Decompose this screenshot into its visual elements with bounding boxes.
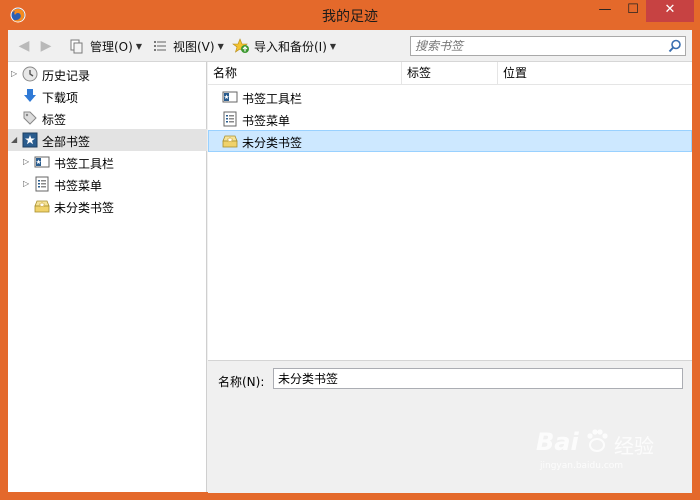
column-header-row: 名称 标签 位置 — [208, 62, 692, 85]
sidebar-item-label: 全部书签 — [42, 135, 91, 149]
sidebar-item-tags[interactable]: 标签 — [8, 107, 207, 129]
star-folder-icon — [22, 132, 38, 148]
library-client-area: ◀ ▶ 管理(O) ▼ 视图(V) ▼ 导入和备份(I) ▼ 搜索书签 ▷ 历史… — [8, 30, 692, 493]
expand-arrow-icon[interactable]: ▷ — [23, 179, 33, 189]
name-field[interactable] — [273, 368, 683, 389]
chevron-down-icon: ▼ — [217, 41, 224, 51]
toolbar: ◀ ▶ 管理(O) ▼ 视图(V) ▼ 导入和备份(I) ▼ 搜索书签 — [8, 30, 692, 62]
menu-folder-icon — [35, 176, 49, 192]
list-item-label: 书签菜单 — [242, 114, 291, 128]
view-menu-button[interactable]: 视图(V) ▼ — [152, 37, 224, 55]
search-box[interactable] — [410, 36, 686, 56]
search-input[interactable] — [413, 38, 665, 54]
column-header-location[interactable]: 位置 — [498, 62, 692, 84]
watermark-url: jingyan.baidu.com — [540, 461, 624, 471]
watermark-brand: Bai — [536, 428, 579, 456]
expand-arrow-icon[interactable]: ▷ — [11, 69, 21, 79]
sidebar-item-all-bookmarks[interactable]: ◢ 全部书签 — [8, 129, 207, 151]
back-button[interactable]: ◀ — [16, 38, 32, 54]
sidebar-item-label: 标签 — [42, 113, 67, 127]
title-bar: 我的足迹 — ☐ ✕ — [0, 0, 700, 30]
maximize-button[interactable]: ☐ — [620, 0, 646, 22]
clock-icon — [22, 66, 38, 82]
import-star-icon — [232, 38, 249, 53]
name-field-label: 名称(N): — [218, 375, 265, 389]
sidebar-item-label: 未分类书签 — [54, 201, 115, 215]
collapse-arrow-icon[interactable]: ◢ — [11, 135, 21, 145]
column-header-name[interactable]: 名称 — [208, 62, 402, 84]
paw-logo-icon — [587, 429, 608, 452]
toolbar-folder-icon — [34, 156, 50, 168]
tag-icon — [23, 111, 37, 125]
list-item[interactable]: 书签菜单 — [208, 108, 692, 130]
baidu-jingyan-watermark: Bai 经验 jingyan.baidu.com — [528, 424, 678, 474]
minimize-button[interactable]: — — [592, 0, 618, 22]
sidebar-item-label: 下载项 — [42, 91, 79, 105]
chevron-down-icon: ▼ — [329, 41, 337, 51]
watermark-brand-suffix: 经验 — [614, 434, 654, 458]
sidebar-item-bookmarks-menu[interactable]: ▷ 书签菜单 — [8, 173, 207, 195]
import-backup-label: 导入和备份(I) — [254, 39, 327, 54]
sidebar-tree: ▷ 历史记录 下载项 标签 ◢ 全部书签 ▷ 书签工具栏 ▷ 书签菜单 未分类书… — [8, 62, 207, 492]
list-item[interactable]: 未分类书签 — [208, 130, 692, 152]
chevron-down-icon: ▼ — [135, 41, 142, 51]
menu-folder-icon — [223, 111, 237, 127]
close-button[interactable]: ✕ — [646, 0, 694, 22]
view-list-icon — [154, 41, 166, 51]
list-item-label: 书签工具栏 — [242, 92, 303, 106]
import-backup-menu-button[interactable]: 导入和备份(I) ▼ — [232, 37, 336, 55]
list-item-label: 未分类书签 — [242, 136, 303, 150]
sidebar-item-label: 书签菜单 — [54, 179, 103, 193]
sidebar-item-unsorted-bookmarks[interactable]: 未分类书签 — [8, 195, 207, 217]
sidebar-item-label: 历史记录 — [42, 69, 91, 83]
list-item[interactable]: 书签工具栏 — [208, 86, 692, 108]
unsorted-folder-icon — [222, 135, 238, 148]
toolbar-folder-icon — [222, 91, 238, 103]
search-icon[interactable] — [668, 39, 682, 53]
manage-label: 管理(O) — [90, 39, 133, 54]
download-arrow-icon — [24, 89, 36, 102]
forward-button[interactable]: ▶ — [38, 38, 54, 54]
manage-menu-button[interactable]: 管理(O) ▼ — [68, 37, 142, 55]
expand-arrow-icon[interactable]: ▷ — [23, 157, 33, 167]
sidebar-item-label: 书签工具栏 — [54, 157, 115, 171]
library-window: 我的足迹 — ☐ ✕ ◀ ▶ 管理(O) ▼ 视图(V) ▼ 导入和备份(I) … — [0, 0, 700, 500]
view-label: 视图(V) — [173, 39, 215, 54]
organize-icon — [70, 39, 83, 54]
column-header-tags[interactable]: 标签 — [402, 62, 498, 84]
sidebar-item-history[interactable]: ▷ 历史记录 — [8, 63, 207, 85]
sidebar-item-bookmarks-toolbar[interactable]: ▷ 书签工具栏 — [8, 151, 207, 173]
sidebar-item-downloads[interactable]: 下载项 — [8, 85, 207, 107]
unsorted-folder-icon — [34, 200, 50, 213]
